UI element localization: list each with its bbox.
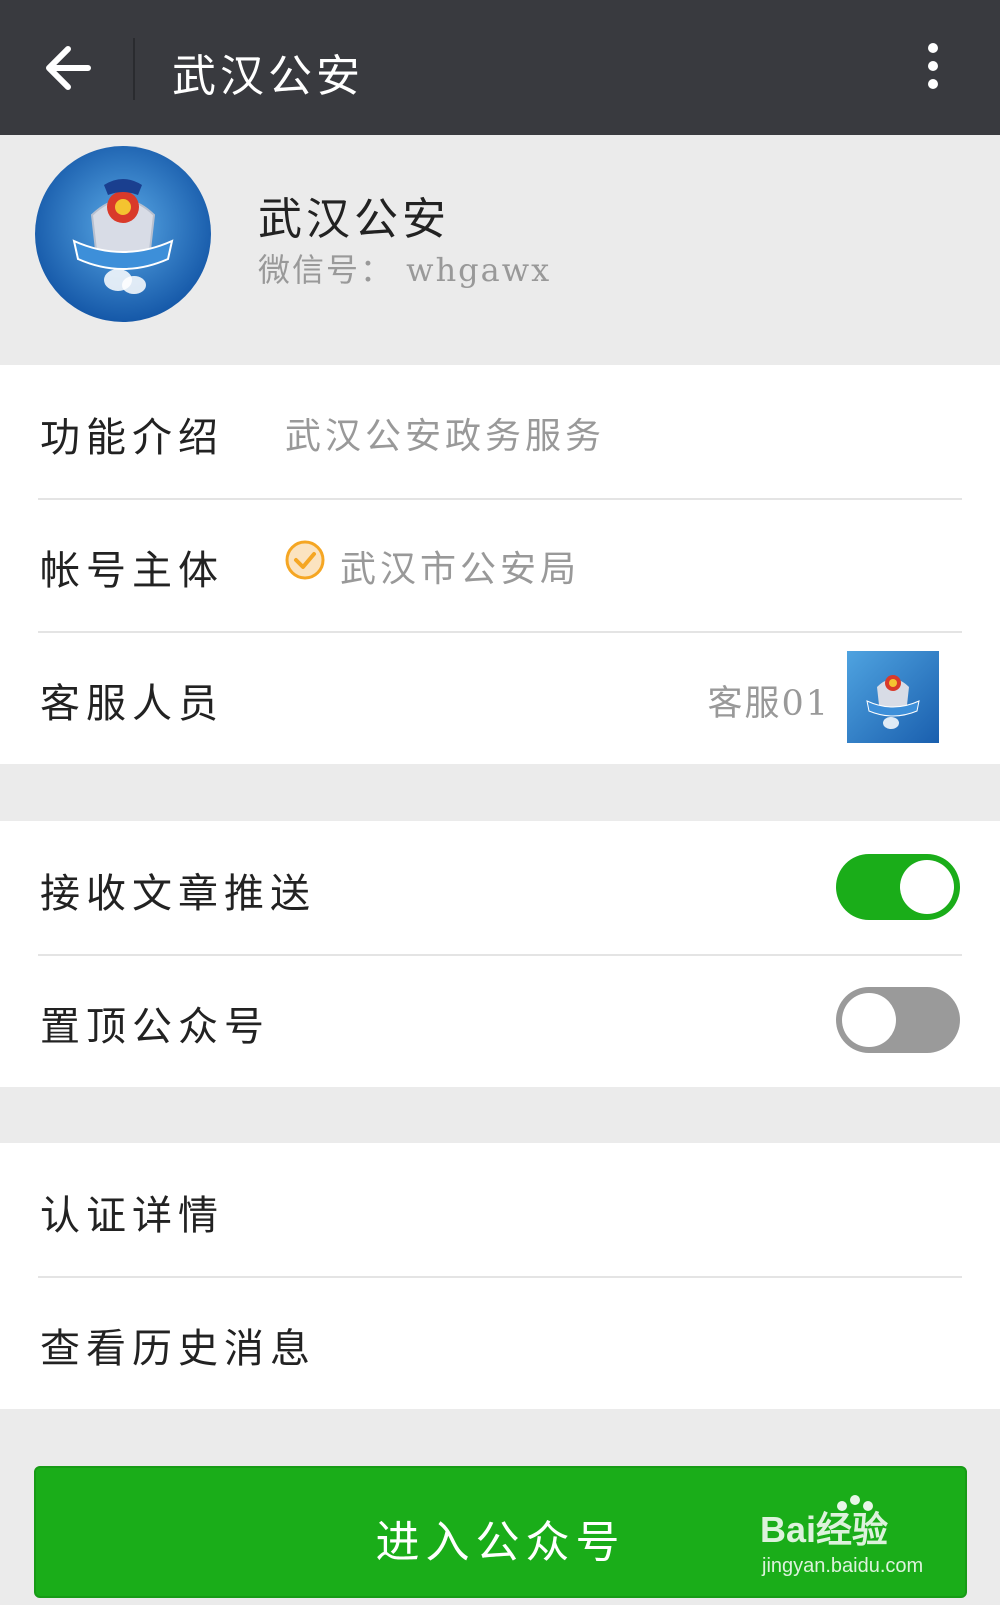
avatar[interactable] [34, 145, 212, 323]
service-label: 客服人员 [40, 681, 224, 727]
push-toggle[interactable] [836, 854, 960, 920]
intro-label: 功能介绍 [40, 415, 224, 461]
more-menu-button[interactable] [905, 35, 961, 105]
intro-row: 功能介绍 武汉公安政务服务 [0, 365, 1000, 498]
push-label: 接收文章推送 [40, 871, 316, 917]
top-bar: 武汉公安 [0, 0, 1000, 135]
toggle-knob [900, 860, 954, 914]
settings-group: 接收文章推送 置顶公众号 [0, 821, 1000, 1087]
more-vertical-icon [905, 43, 961, 89]
service-value: 客服01 [707, 684, 830, 724]
profile-header: 武汉公安 微信号： whgawx [0, 135, 1000, 365]
history-row[interactable]: 查看历史消息 [0, 1276, 1000, 1409]
topbar-divider [133, 38, 135, 100]
baidu-watermark: Bai经验 jingyan.baidu.com [760, 1492, 960, 1582]
intro-value: 武汉公安政务服务 [285, 416, 606, 457]
pin-toggle[interactable] [836, 987, 960, 1053]
cert-label: 认证详情 [40, 1193, 224, 1239]
back-arrow-icon [46, 46, 91, 90]
watermark-brand: Bai经验 [760, 1509, 888, 1550]
back-button[interactable] [30, 28, 110, 108]
watermark-url: jingyan.baidu.com [761, 1555, 923, 1577]
entity-value: 武汉市公安局 [340, 549, 581, 590]
cert-row[interactable]: 认证详情 [0, 1143, 1000, 1276]
account-name: 武汉公安 [258, 194, 450, 245]
verified-check-icon [285, 540, 325, 580]
info-group: 功能介绍 武汉公安政务服务 帐号主体 武汉市公安局 客服人员 客服01 [0, 365, 1000, 764]
service-avatar[interactable] [847, 651, 939, 743]
toggle-knob [842, 993, 896, 1047]
entity-row[interactable]: 帐号主体 武汉市公安局 [0, 498, 1000, 631]
entity-label: 帐号主体 [40, 548, 224, 594]
links-group: 认证详情 查看历史消息 [0, 1143, 1000, 1409]
wechat-id: 微信号： whgawx [258, 251, 552, 289]
service-row[interactable]: 客服人员 客服01 [0, 631, 1000, 764]
police-badge-icon [35, 146, 211, 322]
pin-row: 置顶公众号 [0, 954, 1000, 1087]
pin-label: 置顶公众号 [40, 1004, 270, 1050]
history-label: 查看历史消息 [40, 1326, 316, 1372]
page-title: 武汉公安 [172, 51, 364, 102]
push-row: 接收文章推送 [0, 821, 1000, 954]
